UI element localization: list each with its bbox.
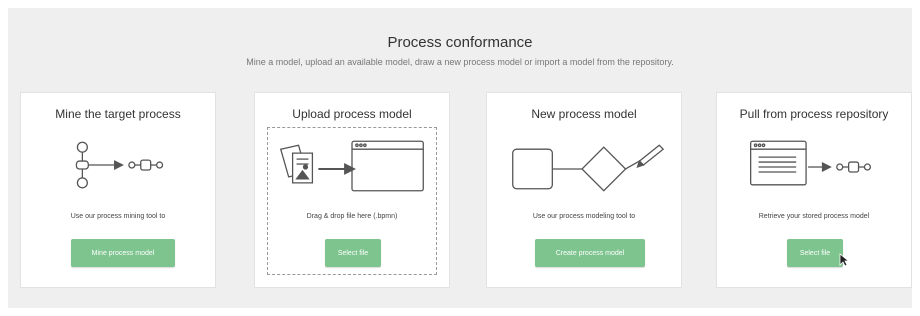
card-description: Retrieve your stored process model: [758, 213, 870, 220]
create-process-model-button[interactable]: Create process model: [535, 239, 645, 267]
card-mine-process: Mine the target process Use our process …: [20, 92, 216, 288]
select-file-repository-button[interactable]: Select file: [787, 239, 843, 267]
upload-files-icon: [279, 140, 424, 192]
card-description: Drag & drop file here (.bpmn): [306, 213, 398, 220]
process-conformance-panel: Process conformance Mine a model, upload…: [8, 8, 912, 308]
card-title: Pull from process repository: [739, 107, 889, 121]
card-upload-model: Upload process model Drag & drop file he: [254, 92, 450, 288]
header: Process conformance Mine a model, upload…: [8, 34, 912, 68]
card-pull-repository: Pull from process repository Retrieve yo…: [716, 92, 912, 288]
card-title: Upload process model: [292, 107, 412, 121]
repository-icon: [750, 140, 872, 186]
card-title: Mine the target process: [55, 107, 181, 121]
process-mining-icon: [75, 141, 164, 189]
card-new-model: New process model Use our process modeli…: [486, 92, 682, 288]
card-description: Use our process mining tool to: [70, 213, 166, 220]
page-subtitle: Mine a model, upload an available model,…: [246, 57, 674, 67]
process-draw-icon: [512, 144, 665, 192]
card-title: New process model: [531, 107, 637, 121]
card-description: Use our process modeling tool to: [532, 213, 636, 220]
mouse-pointer-icon: [839, 253, 849, 267]
mine-process-model-button[interactable]: Mine process model: [71, 239, 175, 267]
page-title: Process conformance: [387, 34, 533, 51]
select-file-button[interactable]: Select file: [325, 239, 381, 267]
